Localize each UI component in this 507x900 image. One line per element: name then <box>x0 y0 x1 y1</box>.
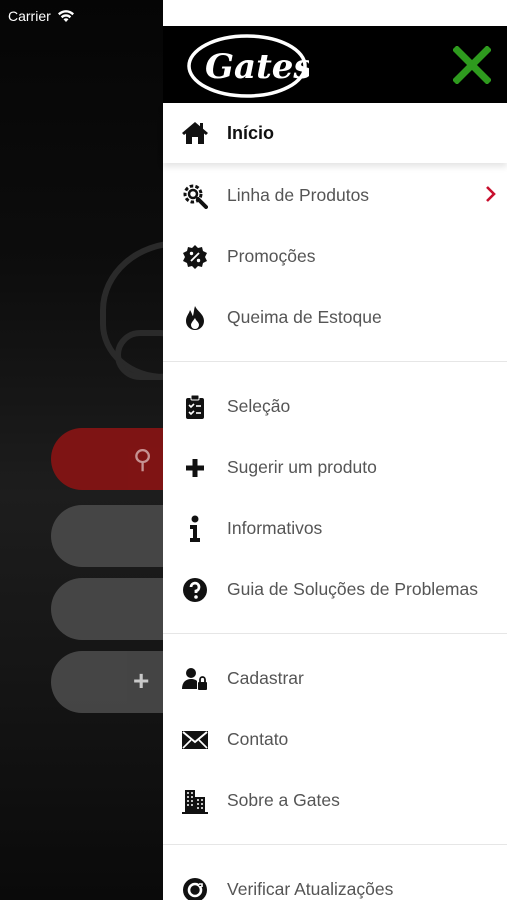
menu-item-sobre-gates[interactable]: Sobre a Gates <box>163 770 507 831</box>
menu-item-cadastrar[interactable]: Cadastrar <box>163 648 507 709</box>
divider <box>163 633 507 634</box>
menu-item-label: Início <box>227 122 275 143</box>
menu-item-label: Contato <box>227 729 289 749</box>
question-circle-icon <box>183 577 207 602</box>
user-lock-icon <box>182 667 207 690</box>
navigation-drawer: Gates ® Início Linha de Produtos Promoçõ… <box>163 0 507 900</box>
info-icon <box>190 515 200 542</box>
fire-icon <box>186 305 204 330</box>
envelope-icon <box>182 730 208 749</box>
menu-item-label: Sugerir um produto <box>227 457 377 477</box>
menu-item-guia-solucoes[interactable]: Guia de Soluções de Problemas <box>163 559 507 620</box>
menu-item-informativos[interactable]: Informativos <box>163 498 507 559</box>
building-icon <box>182 789 208 814</box>
gear-search-icon <box>183 184 208 209</box>
menu-item-label: Queima de Estoque <box>227 307 382 327</box>
menu-item-selecao[interactable]: Seleção <box>163 376 507 437</box>
menu-item-contato[interactable]: Contato <box>163 709 507 770</box>
menu-item-linha-de-produtos[interactable]: Linha de Produtos <box>163 165 507 226</box>
drawer-header: Gates ® <box>163 26 507 103</box>
menu-item-label: Informativos <box>227 518 323 538</box>
plus-icon <box>186 458 204 477</box>
menu-item-verificar-atualizacoes[interactable]: Verificar Atualizações <box>163 859 507 900</box>
close-icon[interactable] <box>452 45 492 85</box>
gates-logo: Gates ® <box>185 32 313 105</box>
home-icon <box>182 122 208 144</box>
menu-item-home[interactable]: Início <box>163 103 507 163</box>
divider <box>163 361 507 362</box>
search-icon: ⚲ <box>133 444 153 474</box>
svg-text:Gates: Gates <box>205 47 309 87</box>
menu-item-label: Sobre a Gates <box>227 790 340 810</box>
chevron-right-icon <box>486 186 496 202</box>
refresh-circle-icon <box>183 877 207 900</box>
menu-item-sugerir-produto[interactable]: Sugerir um produto <box>163 437 507 498</box>
menu-item-label: Cadastrar <box>227 668 304 688</box>
menu-item-label: Seleção <box>227 396 291 416</box>
svg-text:®: ® <box>301 71 307 78</box>
carrier-label: Carrier <box>8 7 51 24</box>
menu-item-label: Guia de Soluções de Problemas <box>227 579 478 599</box>
menu-item-queima-de-estoque[interactable]: Queima de Estoque <box>163 287 507 348</box>
plus-icon: + <box>133 665 150 696</box>
discount-badge-icon <box>183 244 207 269</box>
menu-item-promocoes[interactable]: Promoções <box>163 226 507 287</box>
wifi-icon <box>57 9 75 23</box>
status-bar: Carrier <box>0 0 160 26</box>
menu-item-label: Verificar Atualizações <box>227 879 394 899</box>
menu-item-label: Linha de Produtos <box>227 185 370 205</box>
menu-item-label: Promoções <box>227 246 316 266</box>
divider <box>163 844 507 845</box>
clipboard-check-icon <box>186 394 204 419</box>
